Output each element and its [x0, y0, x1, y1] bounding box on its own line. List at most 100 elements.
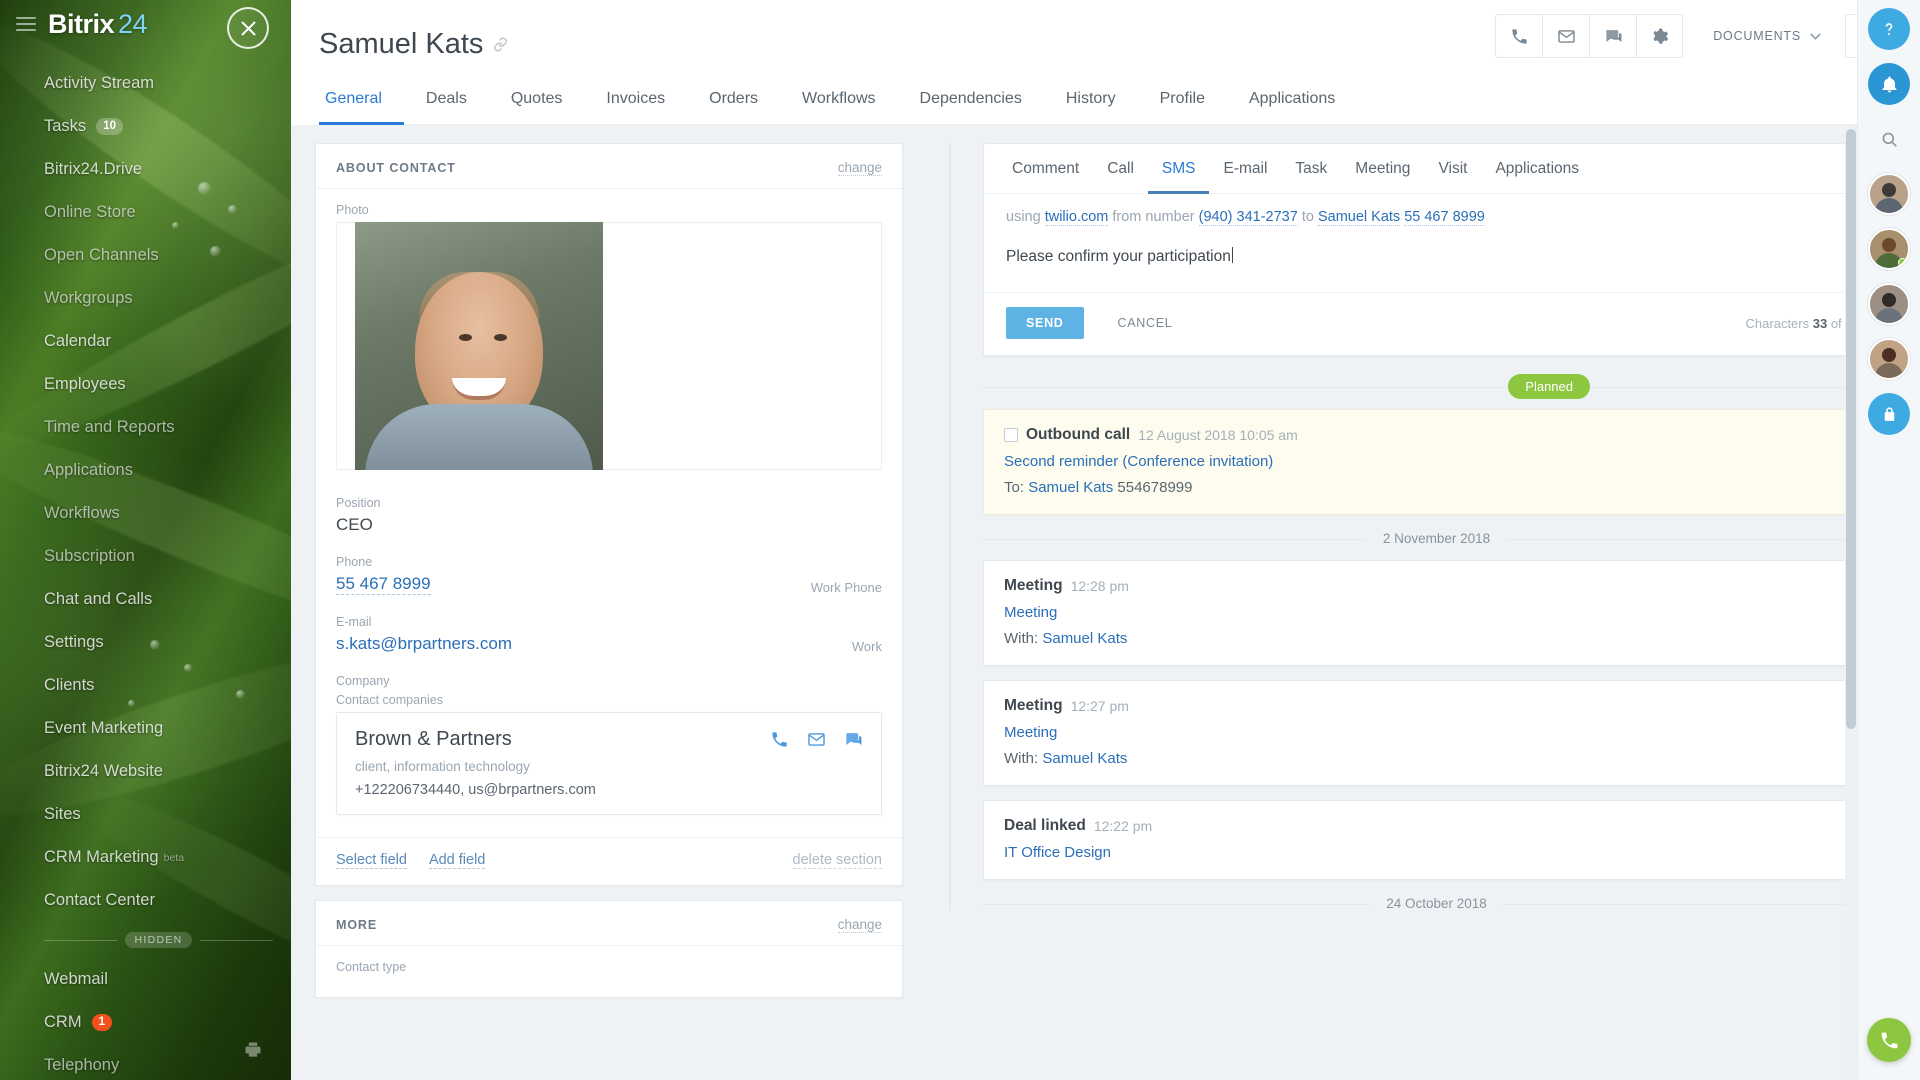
contact-photo-frame[interactable]: [336, 222, 882, 470]
change-link[interactable]: change: [837, 160, 882, 176]
timeline-entry-meeting-2[interactable]: Meeting 12:27 pm Meeting With: Samuel Ka…: [983, 680, 1890, 786]
add-field-link[interactable]: Add field: [428, 852, 486, 869]
timeline-entry-meeting-1[interactable]: Meeting 12:28 pm Meeting With: Samuel Ka…: [983, 560, 1890, 666]
sidebar-item-activity-stream[interactable]: Activity Stream: [0, 62, 291, 105]
sidebar-item-sites[interactable]: Sites: [0, 793, 291, 836]
link-icon[interactable]: [493, 37, 508, 52]
company-email-icon[interactable]: [807, 730, 826, 749]
timeline-entry-outbound-call[interactable]: Outbound call 12 August 2018 10:05 am Se…: [983, 409, 1890, 515]
activity-subject[interactable]: Meeting: [1004, 724, 1869, 741]
phone-icon[interactable]: [1495, 14, 1543, 58]
tab-quotes[interactable]: Quotes: [489, 80, 585, 125]
more-body: Contact type: [316, 946, 902, 997]
avatar[interactable]: [1868, 283, 1910, 325]
company-chat-icon[interactable]: [844, 730, 863, 749]
sidebar-item-workgroups[interactable]: Workgroups: [0, 277, 291, 320]
email-icon[interactable]: [1542, 14, 1590, 58]
tab-orders[interactable]: Orders: [687, 80, 780, 125]
phone-icon[interactable]: [1867, 1018, 1911, 1062]
composer-tab-visit[interactable]: Visit: [1424, 144, 1481, 194]
composer-tab-call[interactable]: Call: [1093, 144, 1148, 194]
phone-value[interactable]: 55 467 8999: [336, 574, 431, 595]
avatar[interactable]: [1868, 228, 1910, 270]
phone-type: Work Phone: [810, 580, 882, 595]
close-icon[interactable]: [227, 7, 269, 49]
about-contact-card: ABOUT CONTACT change Photo Position CEO …: [315, 143, 903, 886]
detail-name[interactable]: Samuel Kats: [1042, 750, 1127, 767]
sidebar-item-webmail[interactable]: Webmail: [0, 958, 291, 1001]
cancel-button[interactable]: CANCEL: [1118, 316, 1173, 330]
detail-name[interactable]: Samuel Kats: [1042, 630, 1127, 647]
timeline-entry-deal-linked[interactable]: Deal linked 12:22 pm IT Office Design: [983, 800, 1890, 880]
sidebar-item-open-channels[interactable]: Open Channels: [0, 234, 291, 277]
sidebar-item-applications[interactable]: Applications: [0, 449, 291, 492]
sms-from-number[interactable]: (940) 341-2737: [1198, 209, 1298, 226]
chat-icon[interactable]: [1589, 14, 1637, 58]
sidebar-item-chat-and-calls[interactable]: Chat and Calls: [0, 578, 291, 621]
company-phone-icon[interactable]: [770, 730, 789, 749]
detail-name[interactable]: Samuel Kats: [1028, 479, 1113, 496]
sidebar-item-calendar[interactable]: Calendar: [0, 320, 291, 363]
bell-icon[interactable]: [1868, 63, 1910, 105]
sidebar-item-contact-center[interactable]: Contact Center: [0, 879, 291, 922]
sms-to-name[interactable]: Samuel Kats: [1317, 209, 1401, 226]
sidebar-item-label: CRM Marketing: [44, 848, 159, 866]
detail-value: 554678999: [1117, 479, 1193, 496]
sidebar-item-settings[interactable]: Settings: [0, 621, 291, 664]
sidebar-item-employees[interactable]: Employees: [0, 363, 291, 406]
tab-workflows[interactable]: Workflows: [780, 80, 898, 125]
linked-company-card[interactable]: Brown & Partners client, information tec…: [336, 712, 882, 815]
composer-tab-task[interactable]: Task: [1281, 144, 1341, 194]
complete-checkbox[interactable]: [1004, 428, 1018, 442]
tab-history[interactable]: History: [1044, 80, 1138, 125]
select-field-link[interactable]: Select field: [336, 852, 407, 869]
composer-tab-applications[interactable]: Applications: [1481, 144, 1593, 194]
avatar[interactable]: [1868, 173, 1910, 215]
menu-toggle-icon[interactable]: [16, 13, 36, 35]
documents-dropdown[interactable]: DOCUMENTS: [1699, 14, 1835, 58]
tab-dependencies[interactable]: Dependencies: [898, 80, 1044, 125]
sms-provider-link[interactable]: twilio.com: [1044, 209, 1109, 226]
sidebar-item-workflows[interactable]: Workflows: [0, 492, 291, 535]
email-value[interactable]: s.kats@brpartners.com: [336, 634, 512, 654]
lock-icon[interactable]: [1868, 393, 1910, 435]
sidebar-item-time-and-reports[interactable]: Time and Reports: [0, 406, 291, 449]
sidebar-item-bitrix24-drive[interactable]: Bitrix24.Drive: [0, 148, 291, 191]
company-name[interactable]: Brown & Partners: [355, 728, 512, 751]
composer-tab-email[interactable]: E-mail: [1209, 144, 1281, 194]
sms-to-number[interactable]: 55 467 8999: [1404, 209, 1485, 226]
sidebar-item-crm[interactable]: CRM 1: [0, 1001, 291, 1044]
activity-subject[interactable]: Second reminder (Conference invitation): [1004, 453, 1869, 470]
page-scrollbar-thumb[interactable]: [1846, 129, 1856, 729]
delete-section-link[interactable]: delete section: [792, 852, 882, 869]
gear-icon[interactable]: [1636, 14, 1684, 58]
sidebar-item-label: Workgroups: [44, 289, 133, 307]
printer-icon[interactable]: [243, 1040, 263, 1060]
sidebar-item-bitrix24-website[interactable]: Bitrix24 Website: [0, 750, 291, 793]
sidebar-item-subscription[interactable]: Subscription: [0, 535, 291, 578]
sidebar-item-tasks[interactable]: Tasks 10: [0, 105, 291, 148]
tab-invoices[interactable]: Invoices: [584, 80, 687, 125]
composer-tab-sms[interactable]: SMS: [1147, 144, 1210, 194]
composer-tab-meeting[interactable]: Meeting: [1341, 144, 1424, 194]
sidebar-item-label: Bitrix24.Drive: [44, 160, 143, 178]
sms-message-input[interactable]: Please confirm your participation: [984, 229, 1889, 293]
activity-subject[interactable]: Meeting: [1004, 604, 1869, 621]
sidebar-item-crm-marketing[interactable]: CRM Marketing beta: [0, 836, 291, 879]
activity-time: 12 August 2018 10:05 am: [1138, 427, 1298, 443]
sidebar-item-online-store[interactable]: Online Store: [0, 191, 291, 234]
help-icon[interactable]: [1868, 8, 1910, 50]
sidebar-item-event-marketing[interactable]: Event Marketing: [0, 707, 291, 750]
send-button[interactable]: SEND: [1006, 307, 1084, 339]
tab-applications[interactable]: Applications: [1227, 80, 1357, 125]
sidebar-item-clients[interactable]: Clients: [0, 664, 291, 707]
search-icon[interactable]: [1868, 118, 1910, 160]
tab-general[interactable]: General: [319, 80, 404, 125]
page-title: Samuel Kats: [319, 27, 484, 60]
tab-profile[interactable]: Profile: [1138, 80, 1227, 125]
activity-subject[interactable]: IT Office Design: [1004, 844, 1869, 861]
tab-deals[interactable]: Deals: [404, 80, 489, 125]
change-link[interactable]: change: [837, 917, 882, 933]
avatar[interactable]: [1868, 338, 1910, 380]
composer-tab-comment[interactable]: Comment: [998, 144, 1093, 194]
